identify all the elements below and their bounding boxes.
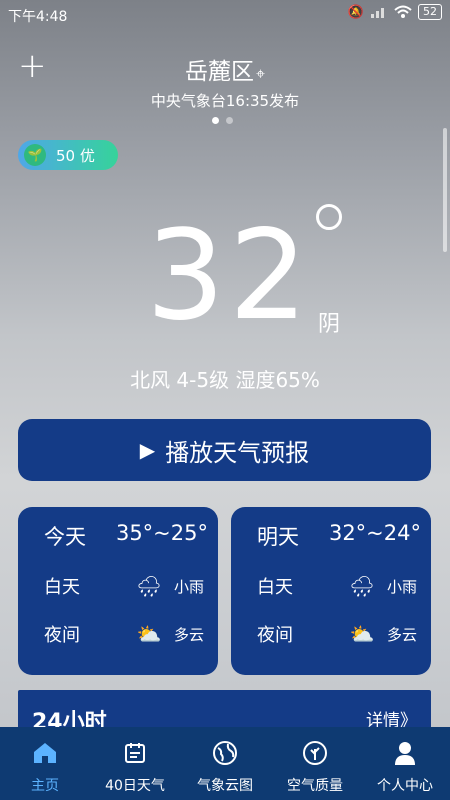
forecast-card-tomorrow[interactable]: 明天 32°~24° 白天 🌧 小雨 夜间 ⛅ 多云 xyxy=(231,507,431,675)
tab-40-day[interactable]: 40日天气 xyxy=(90,727,180,800)
page-dot xyxy=(226,117,233,124)
night-label: 夜间 xyxy=(257,625,293,646)
page-dot-active xyxy=(212,117,219,124)
light-rain-icon: 🌧 xyxy=(136,574,162,598)
location-pin-icon: ⌖ xyxy=(255,64,265,83)
globe-icon xyxy=(211,739,239,767)
wifi-icon xyxy=(394,5,412,18)
tab-label: 气象云图 xyxy=(197,778,253,794)
forecast-day: 今天 xyxy=(44,525,86,549)
night-label: 夜间 xyxy=(44,625,80,646)
forecast-range: 35°~25° xyxy=(115,521,208,545)
play-forecast-label: 播放天气预报 xyxy=(165,438,310,467)
tab-label: 40日天气 xyxy=(105,778,165,794)
aqi-leaf-icon: 🌱 xyxy=(24,144,46,166)
status-icons: 🔕 52 xyxy=(348,4,442,20)
aqi-badge[interactable]: 🌱 50 优 xyxy=(18,140,118,170)
status-bar: 下午4:48 🔕 52 xyxy=(0,0,450,30)
bottom-tab-bar: 主页 40日天气 气象云图 空气质量 个人中心 xyxy=(0,727,450,800)
play-icon: ▶ xyxy=(139,438,156,462)
partly-cloudy-icon: ⛅ xyxy=(349,622,375,646)
publish-time: 中央气象台16:35发布 xyxy=(150,92,300,110)
partly-cloudy-icon: ⛅ xyxy=(136,622,162,646)
tab-profile[interactable]: 个人中心 xyxy=(360,727,450,800)
forecast-card-today[interactable]: 今天 35°~25° 白天 🌧 小雨 夜间 ⛅ 多云 xyxy=(18,507,218,675)
current-temperature: 32 xyxy=(146,204,312,348)
daytime-desc: 小雨 xyxy=(386,577,417,596)
hourly-section: 24小时 详情》 xyxy=(18,690,431,735)
battery-icon: 52 xyxy=(418,4,442,20)
forecast-day: 明天 xyxy=(257,525,299,549)
tab-home[interactable]: 主页 xyxy=(0,727,90,800)
tab-label: 个人中心 xyxy=(377,778,433,794)
aqi-value: 50 优 xyxy=(56,146,95,165)
mute-icon: 🔕 xyxy=(347,4,364,20)
scrollbar[interactable] xyxy=(443,128,447,252)
leaf-icon xyxy=(301,739,329,767)
wind-humidity: 北风 4-5级 湿度65% xyxy=(130,368,320,392)
degree-symbol xyxy=(316,204,342,230)
calendar-icon xyxy=(121,739,149,767)
signal-icon xyxy=(371,8,384,18)
tab-label: 空气质量 xyxy=(287,778,343,794)
city-name: 岳麓区 xyxy=(184,59,254,85)
forecast-range: 32°~24° xyxy=(328,521,421,545)
current-condition: 阴 xyxy=(318,312,341,337)
city-title[interactable]: 岳麓区 ⌖ xyxy=(0,52,450,86)
daytime-label: 白天 xyxy=(257,577,293,598)
daytime-desc: 小雨 xyxy=(173,577,204,596)
page-indicator xyxy=(212,117,233,124)
user-icon xyxy=(391,739,419,767)
play-forecast-button[interactable]: ▶ 播放天气预报 xyxy=(18,419,431,481)
home-icon xyxy=(31,739,59,767)
tab-label: 主页 xyxy=(31,778,59,794)
status-time: 下午4:48 xyxy=(8,9,68,25)
night-desc: 多云 xyxy=(173,625,204,644)
tab-cloud-map[interactable]: 气象云图 xyxy=(180,727,270,800)
night-desc: 多云 xyxy=(386,625,417,644)
tab-air-quality[interactable]: 空气质量 xyxy=(270,727,360,800)
daytime-label: 白天 xyxy=(44,577,80,598)
light-rain-icon: 🌧 xyxy=(349,574,375,598)
